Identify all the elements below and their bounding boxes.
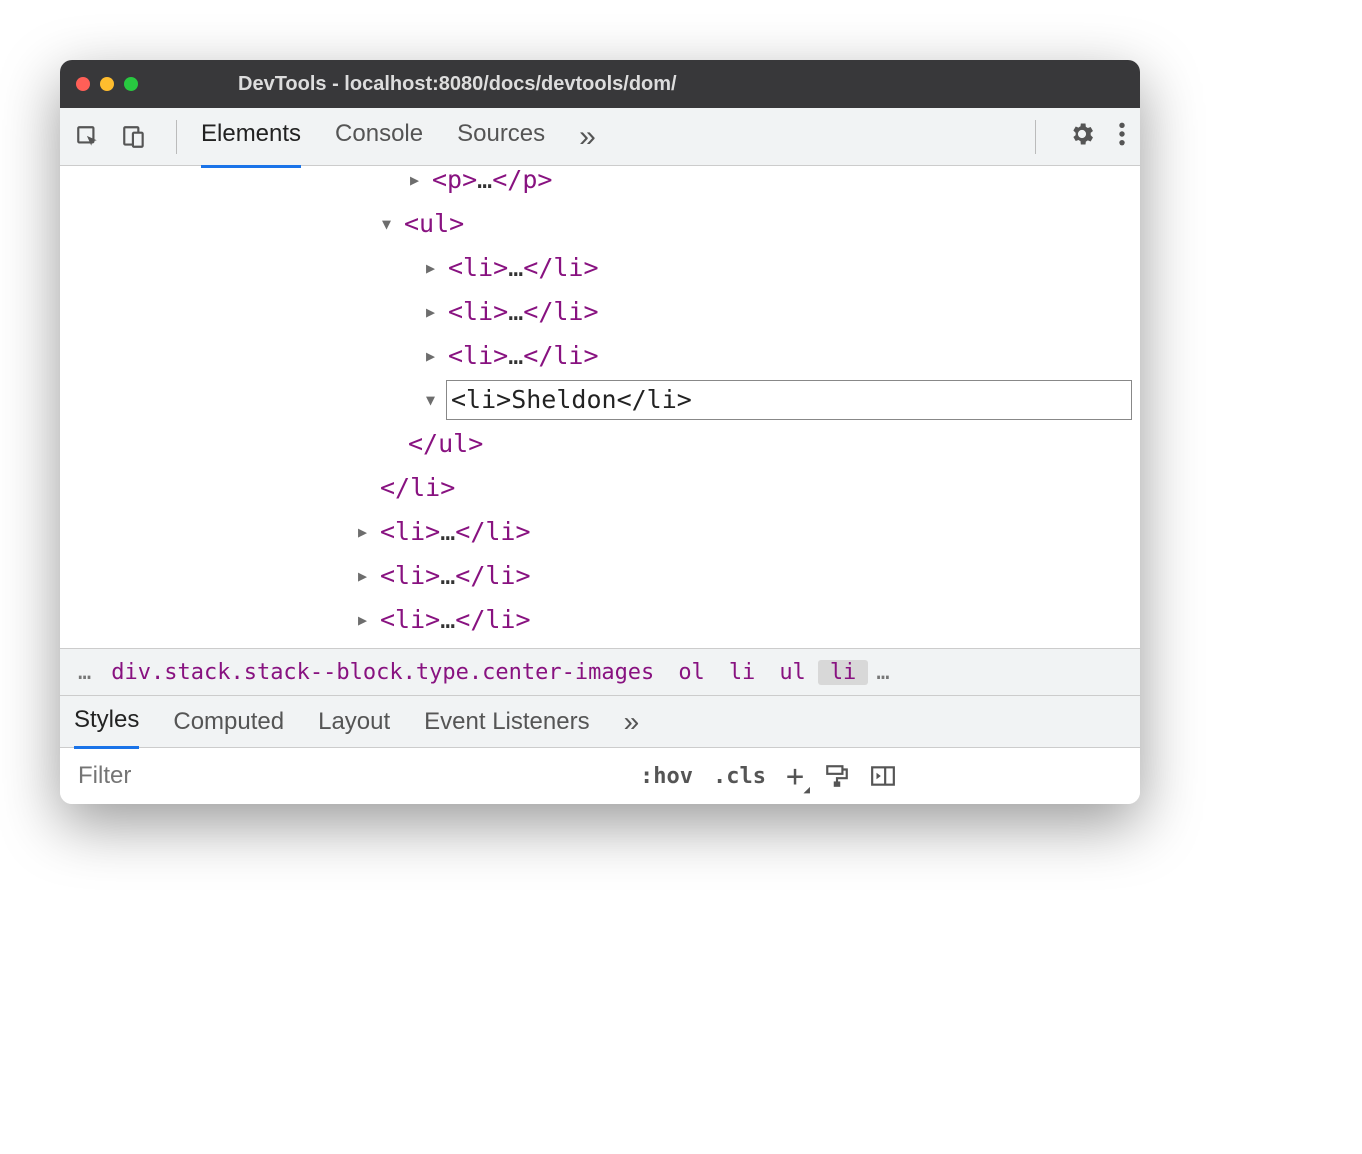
- expand-triangle-icon[interactable]: ▶: [358, 598, 374, 642]
- dom-node-tag[interactable]: <li>: [380, 554, 440, 598]
- dom-node-tag: </li>: [523, 246, 598, 290]
- traffic-lights: [76, 77, 138, 91]
- dom-node-tag: </p>: [492, 166, 552, 202]
- toolbar-right: [1025, 120, 1126, 154]
- subtab-event-listeners[interactable]: Event Listeners: [424, 696, 589, 748]
- maximize-window-button[interactable]: [124, 77, 138, 91]
- settings-gear-icon[interactable]: [1068, 120, 1096, 153]
- toggle-sidebar-icon[interactable]: [870, 763, 896, 789]
- collapse-triangle-icon[interactable]: ▼: [426, 378, 442, 422]
- dom-node-tag[interactable]: <li>: [448, 334, 508, 378]
- breadcrumb-item[interactable]: ol: [666, 660, 717, 685]
- toolbar-separator: [176, 120, 177, 154]
- dom-node-tag[interactable]: <li>: [448, 290, 508, 334]
- toolbar-separator-2: [1035, 120, 1036, 154]
- dom-ellipsis: …: [440, 598, 455, 642]
- collapse-triangle-icon[interactable]: ▼: [382, 202, 398, 246]
- inspect-element-icon[interactable]: [74, 123, 102, 151]
- dom-node-tag: </li>: [455, 510, 530, 554]
- subtab-layout[interactable]: Layout: [318, 696, 390, 748]
- expand-triangle-icon[interactable]: ▶: [358, 510, 374, 554]
- breadcrumb-item[interactable]: li: [717, 660, 768, 685]
- window-title: DevTools - localhost:8080/docs/devtools/…: [238, 73, 677, 96]
- main-toolbar: Elements Console Sources »: [60, 108, 1140, 166]
- dom-node-tag[interactable]: <li>: [380, 598, 440, 642]
- minimize-window-button[interactable]: [100, 77, 114, 91]
- breadcrumb-overflow-left[interactable]: …: [70, 660, 99, 685]
- dom-ellipsis: …: [477, 166, 492, 202]
- tab-sources[interactable]: Sources: [457, 106, 545, 168]
- dom-node-tag: </li>: [455, 598, 530, 642]
- dom-node-tag[interactable]: <li>: [448, 246, 508, 290]
- dom-node-tag: </li>: [455, 554, 530, 598]
- device-toggle-icon[interactable]: [120, 123, 148, 151]
- paint-format-icon[interactable]: [824, 763, 850, 789]
- dom-ellipsis: …: [440, 510, 455, 554]
- expand-triangle-icon[interactable]: ▶: [426, 246, 442, 290]
- styles-filter-input[interactable]: [70, 756, 630, 796]
- tab-console[interactable]: Console: [335, 106, 423, 168]
- dom-node-ul-open[interactable]: <ul>: [404, 202, 464, 246]
- dom-node-li-close[interactable]: </li>: [380, 466, 455, 510]
- breadcrumb-item[interactable]: ul: [767, 660, 818, 685]
- dom-node-tag[interactable]: <li>: [380, 510, 440, 554]
- expand-triangle-icon[interactable]: ▶: [426, 334, 442, 378]
- dom-edit-input[interactable]: <li>Sheldon</li>: [446, 380, 1132, 420]
- expand-triangle-icon[interactable]: ▶: [410, 166, 426, 202]
- dom-node-tag[interactable]: <p>: [432, 166, 477, 202]
- breadcrumb-item-selected[interactable]: li: [818, 660, 869, 685]
- cls-toggle-button[interactable]: .cls: [713, 764, 766, 789]
- new-style-rule-button[interactable]: +◢: [786, 759, 804, 794]
- more-tabs-button[interactable]: »: [579, 106, 596, 168]
- kebab-menu-icon[interactable]: [1118, 121, 1126, 152]
- dom-node-tag: </li>: [523, 290, 598, 334]
- breadcrumb-item[interactable]: div.stack.stack--block.type.center-image…: [99, 660, 666, 685]
- expand-triangle-icon[interactable]: ▶: [426, 290, 442, 334]
- dom-tree[interactable]: ▶ <p>…</p> ▼ <ul> ▶ <li>…</li> ▶ <li>…</…: [60, 166, 1140, 648]
- dom-edit-text[interactable]: <li>Sheldon</li>: [451, 378, 692, 422]
- tab-elements[interactable]: Elements: [201, 106, 301, 168]
- breadcrumb-overflow-right[interactable]: …: [868, 660, 897, 685]
- subtab-styles[interactable]: Styles: [74, 694, 139, 749]
- dom-ellipsis: …: [508, 290, 523, 334]
- dom-node-tag: </li>: [523, 334, 598, 378]
- close-window-button[interactable]: [76, 77, 90, 91]
- hov-toggle-button[interactable]: :hov: [640, 764, 693, 789]
- expand-triangle-icon[interactable]: ▶: [358, 554, 374, 598]
- more-subtabs-button[interactable]: »: [624, 694, 640, 750]
- dom-ellipsis: …: [508, 246, 523, 290]
- devtools-window: DevTools - localhost:8080/docs/devtools/…: [60, 60, 1140, 804]
- dom-ellipsis: …: [508, 334, 523, 378]
- panel-tabs: Elements Console Sources »: [201, 106, 596, 168]
- breadcrumb-bar: … div.stack.stack--block.type.center-ima…: [60, 648, 1140, 696]
- subtab-computed[interactable]: Computed: [173, 696, 284, 748]
- dom-node-ul-close[interactable]: </ul>: [408, 422, 483, 466]
- styles-panel-tabs: Styles Computed Layout Event Listeners »: [60, 696, 1140, 748]
- styles-toolbar: :hov .cls +◢: [60, 748, 1140, 804]
- dom-ellipsis: …: [440, 554, 455, 598]
- window-titlebar: DevTools - localhost:8080/docs/devtools/…: [60, 60, 1140, 108]
